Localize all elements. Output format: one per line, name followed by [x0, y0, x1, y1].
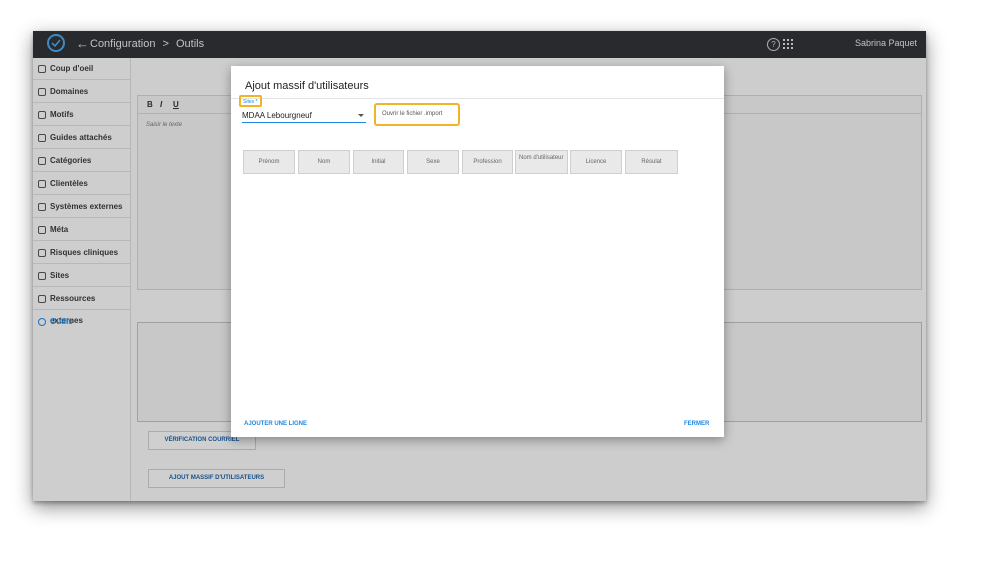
sites-label: Sites * — [243, 99, 258, 105]
sites-select-value: MDAA Lebourgneuf — [242, 111, 312, 120]
close-button[interactable]: FERMER — [684, 421, 709, 427]
column-header-profession: Profession — [462, 150, 513, 174]
column-header-nom: Nom — [298, 150, 350, 174]
column-header-licence: Licence — [570, 150, 622, 174]
column-header-initial: Initial — [353, 150, 404, 174]
dialog-title: Ajout massif d'utilisateurs — [245, 80, 369, 92]
chevron-down-icon — [358, 114, 364, 117]
open-import-file-button[interactable]: Ouvrir le fichier .import — [374, 103, 460, 126]
bulk-add-users-dialog: Ajout massif d'utilisateurs Sites * MDAA… — [231, 66, 724, 437]
column-header-resulat: Résulat — [625, 150, 678, 174]
column-header-nom-utilisateur: Nom d'utilisateur — [515, 150, 568, 174]
column-header-sexe: Sexe — [407, 150, 459, 174]
add-row-button[interactable]: AJOUTER UNE LIGNE — [244, 421, 307, 427]
app-window: ← Configuration > Outils ? Sabrina Paque… — [33, 31, 926, 501]
dialog-divider — [231, 98, 724, 99]
sites-select[interactable]: MDAA Lebourgneuf — [242, 108, 366, 123]
column-header-prenom: Prénom — [243, 150, 295, 174]
